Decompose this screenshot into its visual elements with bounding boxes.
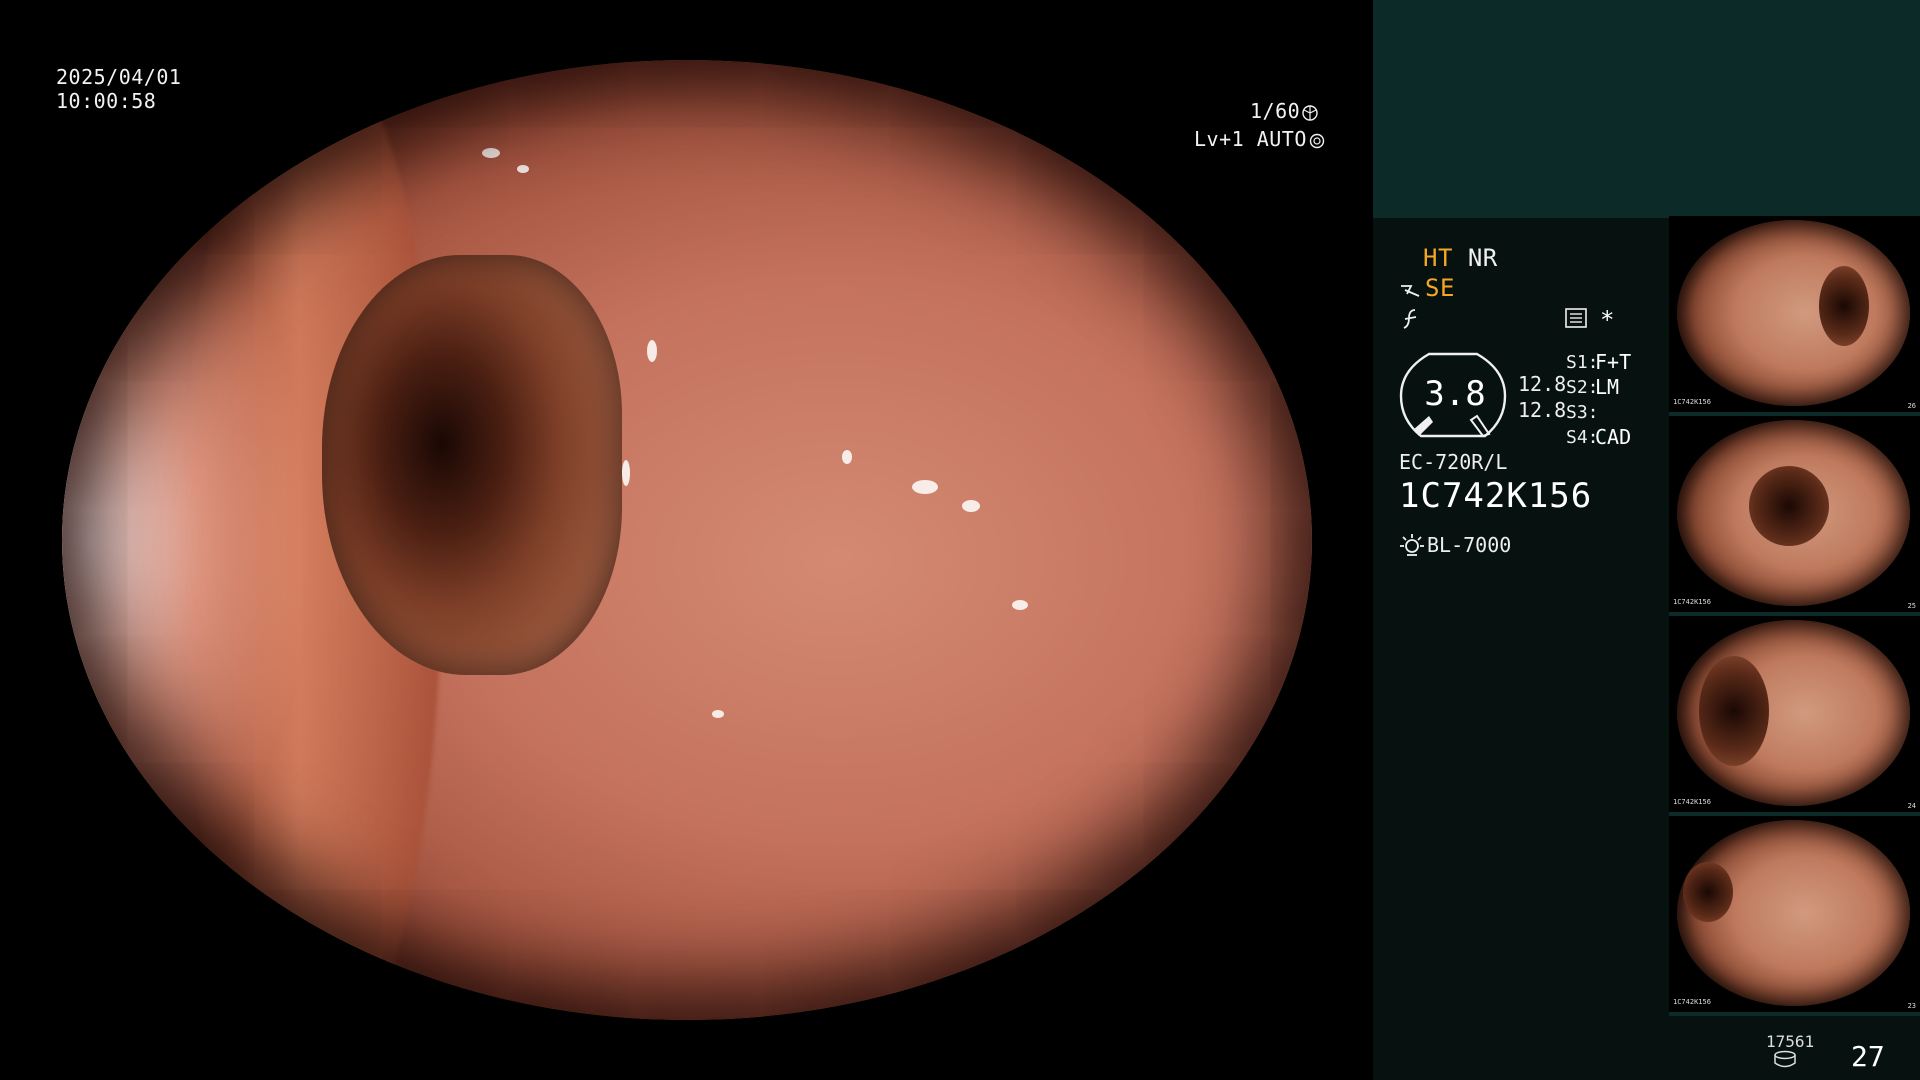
s1-label: S1: [1566, 352, 1599, 373]
osd-date: 2025/04/01 [56, 65, 182, 89]
thumbnail-1[interactable]: 1C742K156 26 [1669, 216, 1920, 416]
thumbnail-number: 25 [1907, 602, 1916, 610]
s3-label: S3: [1566, 402, 1599, 423]
s4-label: S4: [1566, 427, 1599, 448]
thumbnail-lumen [1819, 266, 1869, 346]
mode-nr: NR [1467, 244, 1498, 272]
light-source-icon [1400, 534, 1424, 556]
s2-value: LM [1595, 375, 1620, 399]
shutter-value: 1/60 [1250, 99, 1301, 123]
mode-ht: HT [1423, 244, 1453, 272]
thumbnail-serial: 1C742K156 [1673, 998, 1711, 1006]
thumbnail-number: 26 [1907, 402, 1916, 410]
thumbnail-number: 23 [1907, 1002, 1916, 1010]
s2-label: S2: [1566, 377, 1599, 398]
s4-value: CAD [1595, 425, 1632, 449]
endoscope-screen: 2025/04/01 10:00:58 1/60 Lv+1 AUTO HT NR… [0, 0, 1920, 1080]
se-mode-icon [1401, 285, 1420, 297]
mode-se: SE [1425, 274, 1455, 302]
capture-count-big: 27 [1851, 1040, 1885, 1073]
thumbnail-serial: 1C742K156 [1673, 598, 1711, 606]
thumbnail-4[interactable]: 1C742K156 23 [1669, 816, 1920, 1016]
side-info-panel: HT NR SE * 3.8 12.8 12.8 S1: F+T S2: LM … [1373, 0, 1920, 1080]
thumbnail-image [1677, 220, 1910, 406]
thumbnail-number: 24 [1907, 802, 1916, 810]
osd-time: 10:00:58 [56, 89, 157, 113]
osd-shutter: 1/60 [1250, 98, 1318, 125]
live-endoscope-view: 2025/04/01 10:00:58 1/60 Lv+1 AUTO [0, 0, 1372, 1080]
panel-header-block [1373, 0, 1920, 218]
vignette [62, 60, 1312, 1020]
level-label: Lv+1 AUTO [1194, 127, 1307, 151]
settings-list-icon [1565, 308, 1587, 328]
osd-level: Lv+1 AUTO [1194, 126, 1325, 153]
thumbnail-serial: 1C742K156 [1673, 798, 1711, 806]
zoom-reading-a: 12.8 [1518, 372, 1567, 396]
endoscope-image-circle [62, 60, 1312, 1020]
zoom-value: 3.8 [1424, 374, 1486, 414]
thumbnail-lumen [1749, 466, 1829, 546]
star-indicator: * [1600, 306, 1615, 334]
storage-disk-icon [1774, 1050, 1796, 1068]
thumbnail-2[interactable]: 1C742K156 25 [1669, 416, 1920, 616]
scope-serial: 1C742K156 [1399, 476, 1593, 516]
thumbnail-serial: 1C742K156 [1673, 398, 1711, 406]
capture-count-small: 17561 [1766, 1032, 1815, 1051]
scope-model: EC-720R/L [1399, 450, 1508, 474]
light-source-model: BL-7000 [1427, 533, 1512, 557]
auto-brightness-icon [1309, 133, 1325, 148]
thumbnail-3[interactable]: 1C742K156 24 [1669, 616, 1920, 816]
filter-icon [1403, 309, 1417, 329]
thumbnail-lumen [1683, 862, 1733, 922]
mode-row-ht-nr: HT NR [1423, 244, 1498, 272]
zoom-reading-b: 12.8 [1518, 398, 1567, 422]
iris-icon [1302, 104, 1318, 121]
thumbnail-lumen [1699, 656, 1769, 766]
s1-value: F+T [1595, 350, 1632, 374]
